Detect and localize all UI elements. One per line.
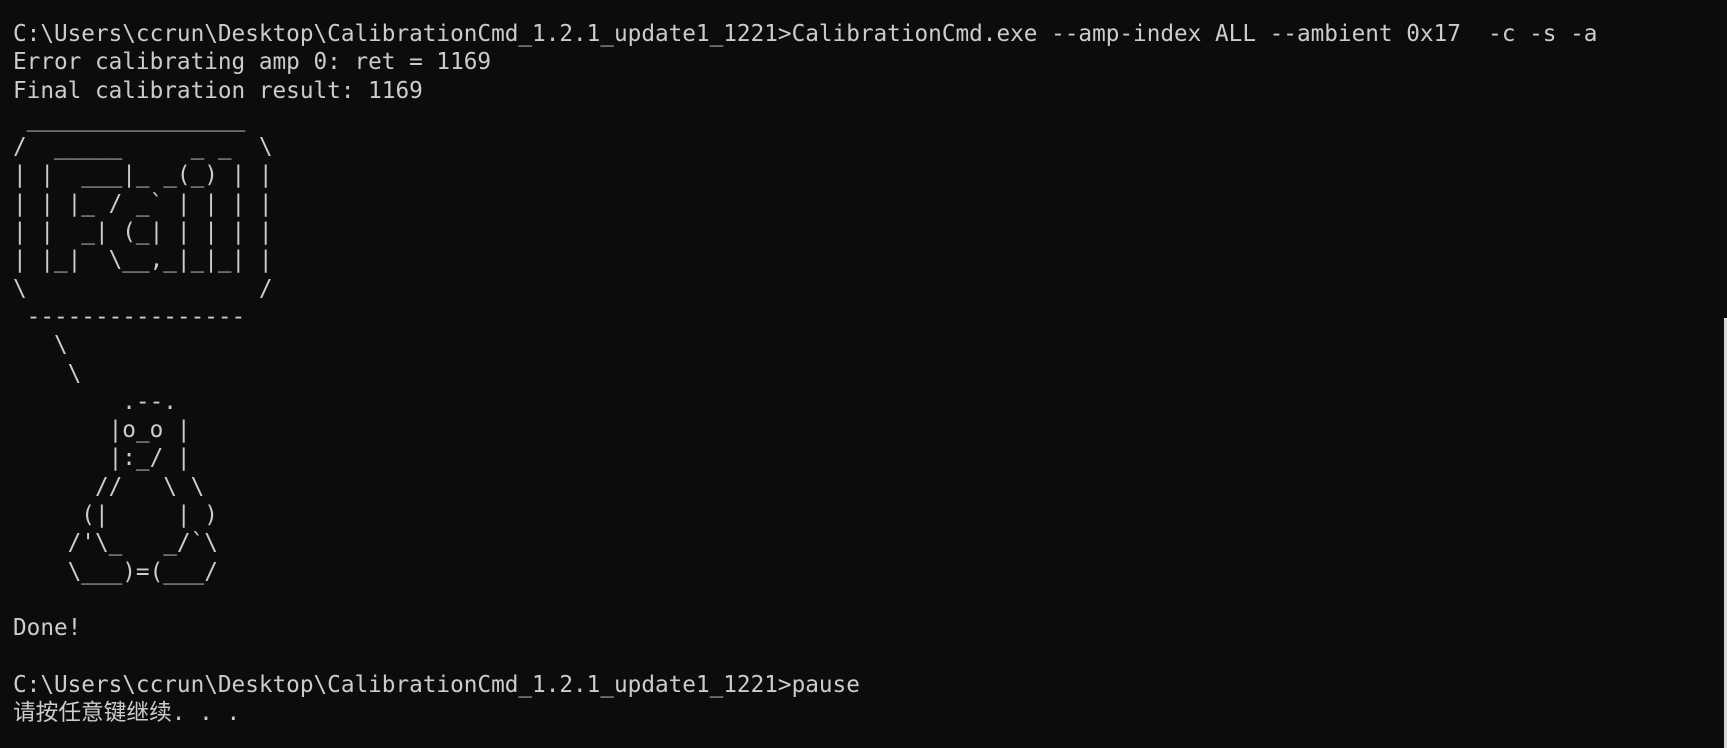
ascii-art-line: | | |_ / _` | | | | bbox=[13, 190, 273, 217]
ascii-art-line: |:_/ | bbox=[13, 445, 191, 472]
ascii-art-line: ________________ bbox=[13, 105, 246, 132]
ascii-art-line: \ bbox=[13, 332, 68, 359]
press-any-key-line: 请按任意键继续. . . bbox=[13, 700, 241, 727]
ascii-art-line: ---------------- bbox=[13, 303, 246, 330]
ascii-art-line: \___)=(___/ bbox=[13, 558, 218, 585]
terminal-output: C:\Users\ccrun\Desktop\CalibrationCmd_1.… bbox=[13, 20, 1597, 727]
ascii-art-line: (| | ) bbox=[13, 502, 218, 529]
ascii-art-line: /'\_ _/`\ bbox=[13, 530, 218, 557]
ascii-art-line: \ / bbox=[13, 275, 273, 302]
ascii-art-line: | |_| \__,_|_|_| | bbox=[13, 247, 273, 274]
command-line: C:\Users\ccrun\Desktop\CalibrationCmd_1.… bbox=[13, 21, 1598, 47]
pause-command-line: C:\Users\ccrun\Desktop\CalibrationCmd_1.… bbox=[13, 671, 860, 698]
ascii-art-line: |o_o | bbox=[13, 417, 191, 444]
ascii-art-line: | | _| (_| | | | | bbox=[13, 219, 273, 246]
ascii-art-line: \ bbox=[13, 360, 82, 387]
done-line: Done! bbox=[13, 615, 82, 642]
ascii-art-line: / _____ _ _ \ bbox=[13, 134, 273, 161]
error-line: Error calibrating amp 0: ret = 1169 bbox=[13, 49, 492, 76]
ascii-art-line: | | ___|_ _(_) | | bbox=[13, 162, 273, 189]
ascii-art-line: .--. bbox=[13, 388, 177, 415]
ascii-art-line: // \ \ bbox=[13, 473, 205, 500]
result-line: Final calibration result: 1169 bbox=[13, 77, 423, 104]
terminal-window[interactable]: C:\Users\ccrun\Desktop\CalibrationCmd_1.… bbox=[0, 0, 1727, 748]
